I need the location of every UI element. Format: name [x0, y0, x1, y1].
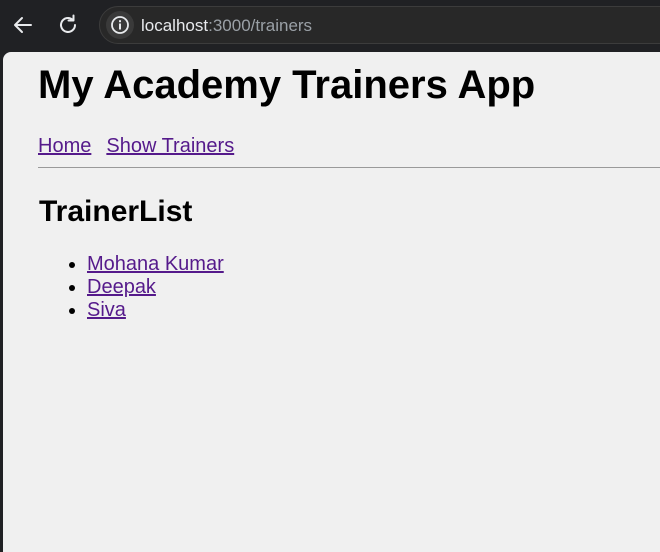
back-arrow-icon [14, 17, 32, 33]
url-text[interactable]: localhost:3000/trainers [141, 16, 312, 36]
list-item: Siva [87, 299, 224, 322]
reload-icon [60, 14, 76, 33]
trainer-link-mohana-kumar[interactable]: Mohana Kumar [87, 253, 224, 275]
trainer-list: Mohana Kumar Deepak Siva [48, 253, 224, 322]
reload-button[interactable] [53, 10, 83, 40]
browser-toolbar: localhost:3000/trainers [0, 0, 660, 52]
site-info-button[interactable] [106, 11, 134, 39]
section-title: TrainerList [39, 195, 193, 228]
nav-links: Home Show Trainers [38, 134, 249, 158]
divider [38, 167, 660, 168]
back-button[interactable] [8, 10, 38, 40]
show-trainers-link[interactable]: Show Trainers [106, 135, 234, 157]
url-host: localhost [141, 16, 209, 35]
list-item: Mohana Kumar [87, 253, 224, 276]
list-item: Deepak [87, 276, 224, 299]
page-title: My Academy Trainers App [38, 63, 536, 107]
trainer-link-siva[interactable]: Siva [87, 299, 126, 321]
info-icon [111, 16, 129, 34]
home-link[interactable]: Home [38, 135, 91, 157]
trainer-link-deepak[interactable]: Deepak [87, 276, 156, 298]
url-path: :3000/trainers [208, 16, 313, 35]
address-bar[interactable]: localhost:3000/trainers [99, 6, 660, 44]
